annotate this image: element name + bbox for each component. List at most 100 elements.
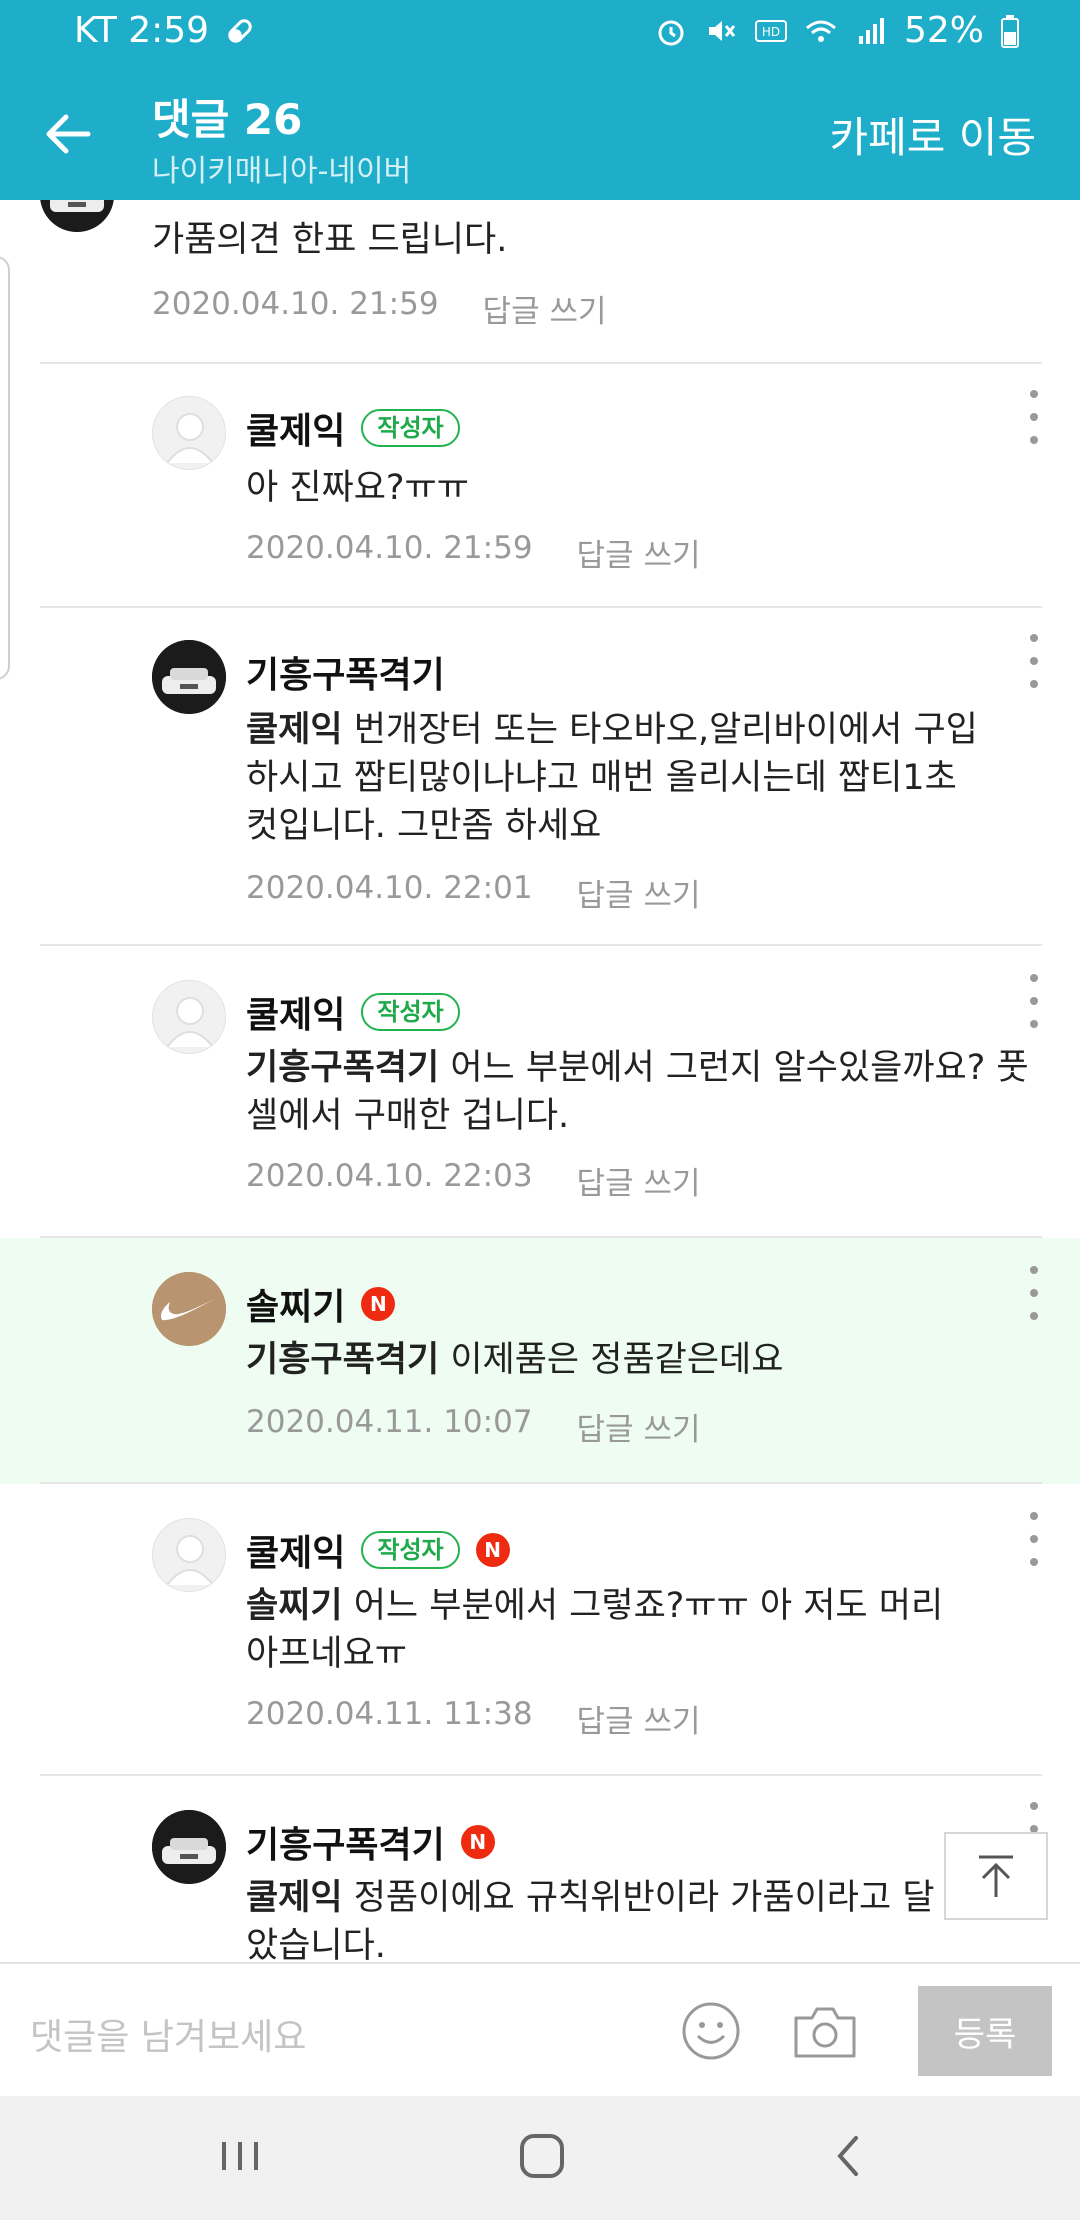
comment-author: 기흥구폭격기 N	[246, 1816, 495, 1868]
comment-meta: 2020.04.10. 22:01 답글 쓰기	[246, 870, 700, 915]
author-name[interactable]: 쿨제익	[246, 986, 345, 1038]
comment-text: 기흥구폭격기 이제품은 정품같은데요	[246, 1336, 1080, 1384]
more-vert-icon[interactable]	[1026, 1512, 1042, 1566]
alarm-icon	[658, 20, 684, 45]
comment-meta: 2020.04.11. 10:07 답글 쓰기	[246, 1404, 700, 1449]
capsule-icon	[228, 18, 252, 43]
status-bar: KT 2:59 HD 52%	[0, 0, 1080, 64]
scroll-top-icon	[979, 1855, 1013, 1897]
mention[interactable]: 기흥구폭격기	[246, 1048, 439, 1088]
comment-item: 쿨제익 작성자 아 진짜요?ㅠㅠ 2020.04.10. 21:59 답글 쓰기	[0, 364, 1080, 608]
more-vert-icon[interactable]	[1026, 634, 1042, 688]
comment-item: 쿨제익 작성자 기흥구폭격기 어느 부분에서 그런지 알수있을까요? 풋셀에서 …	[0, 946, 1080, 1238]
svg-text:HD: HD	[762, 25, 780, 39]
avatar[interactable]	[40, 200, 114, 232]
comment-author: 쿨제익 작성자	[246, 402, 460, 454]
comment-text: 기흥구폭격기 어느 부분에서 그런지 알수있을까요? 풋셀에서 구매한 겁니다.	[246, 1044, 1056, 1140]
page-title: 댓글 26	[152, 95, 303, 144]
comment-meta: 2020.04.10. 22:03 답글 쓰기	[246, 1158, 700, 1203]
new-badge: N	[460, 1825, 495, 1859]
signal-icon	[858, 17, 884, 44]
author-name[interactable]: 기흥구폭격기	[246, 1816, 445, 1868]
hd-icon: HD	[754, 19, 787, 42]
reply-button[interactable]: 답글 쓰기	[577, 870, 701, 915]
go-to-cafe-button[interactable]: 카페로 이동	[829, 104, 1036, 165]
comment-date: 2020.04.11. 11:38	[246, 1696, 533, 1732]
comment-date: 2020.04.10. 21:59	[152, 286, 439, 322]
avatar[interactable]	[152, 1810, 226, 1884]
comment-input[interactable]: 댓글을 남겨보세요	[30, 2008, 306, 2060]
comment-text: 아 진짜요?ㅠㅠ	[246, 464, 1080, 512]
home-icon[interactable]	[512, 2126, 572, 2186]
comment-text: 가품의견 한표 드립니다.	[152, 220, 508, 260]
comment-item: 기흥구폭격기 쿨제익 번개장터 또는 타오바오,알리바이에서 구입하시고 짭티많…	[0, 608, 1080, 946]
reply-button[interactable]: 답글 쓰기	[483, 286, 607, 331]
author-name[interactable]: 쿨제익	[246, 1524, 345, 1576]
reply-button[interactable]: 답글 쓰기	[577, 1158, 701, 1203]
more-vert-icon[interactable]	[1026, 974, 1042, 1028]
avatar[interactable]	[152, 396, 226, 470]
submit-button[interactable]: 등록	[918, 1986, 1052, 2076]
comment-item: 기흥구폭격기 N 쿨제익 정품이에요 규칙위반이라 가품이라고 달았습니다.	[0, 1776, 1080, 1962]
camera-icon[interactable]	[792, 2000, 858, 2062]
comment-author: 솔찌기 N	[246, 1278, 396, 1330]
reply-button[interactable]: 답글 쓰기	[577, 1696, 701, 1741]
comment-date: 2020.04.10. 22:03	[246, 1158, 533, 1194]
comment-item: 가품의견 한표 드립니다. 2020.04.10. 21:59 답글 쓰기	[0, 200, 1080, 364]
author-name[interactable]: 기흥구폭격기	[246, 646, 445, 698]
reply-button[interactable]: 답글 쓰기	[577, 1404, 701, 1449]
mention[interactable]: 쿨제익	[246, 1878, 343, 1918]
back-arrow-icon[interactable]	[38, 104, 98, 164]
comment-author: 쿨제익 작성자 N	[246, 1524, 510, 1576]
comment-body: 어느 부분에서 그렇죠?ㅠㅠ 아 저도 머리아프네요ㅠ	[246, 1586, 944, 1674]
comment-item: 쿨제익 작성자 N 솔찌기 어느 부분에서 그렇죠?ㅠㅠ 아 저도 머리아프네요…	[0, 1484, 1080, 1776]
system-nav-bar	[0, 2096, 1080, 2220]
comment-meta: 2020.04.10. 21:59 답글 쓰기	[152, 286, 606, 331]
writer-badge: 작성자	[361, 993, 460, 1031]
comment-author: 쿨제익 작성자	[246, 986, 460, 1038]
more-vert-icon[interactable]	[1026, 1266, 1042, 1320]
comment-date: 2020.04.10. 22:01	[246, 870, 533, 906]
comment-body: 정품이에요 규칙위반이라 가품이라고 달았습니다.	[246, 1878, 935, 1962]
avatar[interactable]	[152, 640, 226, 714]
edge-panel-handle[interactable]	[0, 256, 10, 680]
battery-icon	[1001, 14, 1019, 48]
comment-body: 번개장터 또는 타오바오,알리바이에서 구입하시고 짭티많이나냐고 매번 올리시…	[246, 710, 978, 846]
comment-meta: 2020.04.10. 21:59 답글 쓰기	[246, 530, 700, 575]
reply-button[interactable]: 답글 쓰기	[577, 530, 701, 575]
recent-apps-icon[interactable]	[210, 2126, 270, 2186]
mention[interactable]: 솔찌기	[246, 1586, 343, 1626]
new-badge: N	[361, 1287, 396, 1321]
app-header: 댓글 26 나이키매니아-네이버 카페로 이동	[0, 64, 1080, 200]
avatar[interactable]	[152, 980, 226, 1054]
comment-body: 아 진짜요?ㅠㅠ	[246, 468, 469, 508]
comment-date: 2020.04.11. 10:07	[246, 1404, 533, 1440]
comment-meta: 2020.04.11. 11:38 답글 쓰기	[246, 1696, 700, 1741]
emoji-icon[interactable]	[680, 2000, 742, 2062]
author-name[interactable]: 쿨제익	[246, 402, 345, 454]
mute-icon	[708, 20, 736, 41]
comment-date: 2020.04.10. 21:59	[246, 530, 533, 566]
comment-list[interactable]: 가품의견 한표 드립니다. 2020.04.10. 21:59 답글 쓰기 쿨제…	[0, 200, 1080, 1962]
more-vert-icon[interactable]	[1026, 390, 1042, 444]
avatar[interactable]	[152, 1518, 226, 1592]
comment-text: 솔찌기 어느 부분에서 그렇죠?ㅠㅠ 아 저도 머리아프네요ㅠ	[246, 1582, 946, 1678]
scroll-top-button[interactable]	[944, 1832, 1048, 1920]
carrier-time: KT 2:59	[74, 10, 210, 51]
new-badge: N	[475, 1533, 510, 1567]
wifi-icon	[806, 20, 836, 42]
writer-badge: 작성자	[361, 409, 460, 447]
comment-text: 쿨제익 번개장터 또는 타오바오,알리바이에서 구입하시고 짭티많이나냐고 매번…	[246, 706, 986, 850]
comment-body: 이제품은 정품같은데요	[439, 1340, 784, 1380]
cafe-name: 나이키매니아-네이버	[152, 154, 412, 189]
nav-back-icon[interactable]	[818, 2126, 878, 2186]
avatar[interactable]	[152, 1272, 226, 1346]
author-name[interactable]: 솔찌기	[246, 1278, 345, 1330]
writer-badge: 작성자	[361, 1531, 460, 1569]
comment-item-highlighted: 솔찌기 N 기흥구폭격기 이제품은 정품같은데요 2020.04.11. 10:…	[0, 1238, 1080, 1484]
comment-input-bar: 댓글을 남겨보세요 등록	[0, 1962, 1080, 2096]
mention[interactable]: 기흥구폭격기	[246, 1340, 439, 1380]
comment-author: 기흥구폭격기	[246, 646, 445, 698]
comment-text: 쿨제익 정품이에요 규칙위반이라 가품이라고 달았습니다.	[246, 1874, 946, 1962]
mention[interactable]: 쿨제익	[246, 710, 343, 750]
